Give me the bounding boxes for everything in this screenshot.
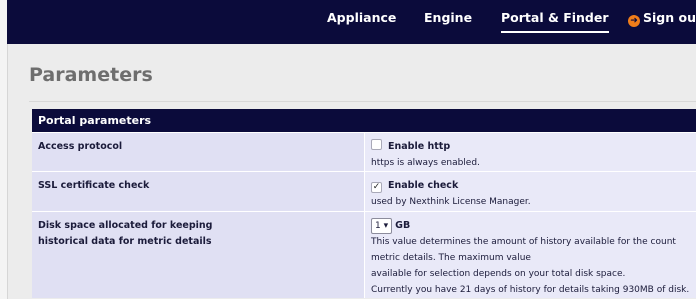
disk-space-unit: GB <box>395 220 411 231</box>
sign-out-icon: ➜ <box>628 15 640 27</box>
ssl-check-value: ✓ Enable check used by Nexthink License M… <box>364 171 696 212</box>
enable-http-label[interactable]: Enable http <box>388 141 450 152</box>
disk-space-label-line1: Disk space allocated for keeping <box>38 220 213 231</box>
title-divider <box>29 101 696 102</box>
ssl-check-label: SSL certificate check <box>32 171 365 212</box>
access-protocol-label: Access protocol <box>32 132 365 172</box>
page-title: Parameters <box>29 64 153 86</box>
enable-check-label[interactable]: Enable check <box>388 180 458 191</box>
nav-sign-out[interactable]: ➜Sign out <box>628 10 696 27</box>
sign-out-label: Sign out <box>643 10 696 25</box>
top-navigation: Appliance Engine Portal & Finder ➜ Sign o… <box>7 0 696 44</box>
disk-space-desc-line2: available for selection depends on your … <box>371 269 626 279</box>
access-protocol-value: Enable http https is always enabled. <box>364 132 696 172</box>
disk-space-label-line2: historical data for metric details <box>38 236 212 247</box>
nav-portal-finder[interactable]: Portal & Finder <box>501 10 609 33</box>
table-row: Disk space allocated for keeping histori… <box>32 211 696 298</box>
disk-space-select[interactable]: 1 ▾ <box>371 218 393 234</box>
enable-http-checkbox[interactable] <box>371 139 382 150</box>
disk-space-select-value: 1 <box>375 221 381 231</box>
disk-space-desc-line1: This value determines the amount of hist… <box>371 237 676 263</box>
nav-engine[interactable]: Engine <box>424 10 472 25</box>
chevron-down-icon: ▾ <box>383 221 389 231</box>
disk-space-desc-line3: Currently you have 21 days of history fo… <box>371 285 690 295</box>
disk-space-value: 1 ▾ GB This value determines the amount o… <box>364 211 696 298</box>
enable-check-checkbox[interactable]: ✓ <box>371 182 382 193</box>
disk-space-label: Disk space allocated for keeping histori… <box>32 211 365 298</box>
main-content: Parameters Portal parameters Access prot… <box>7 44 696 299</box>
table-row: SSL certificate check ✓ Enable check used… <box>32 171 696 212</box>
section-header-row: Portal parameters <box>32 109 696 133</box>
section-header: Portal parameters <box>32 109 696 133</box>
access-protocol-note: https is always enabled. <box>371 158 480 168</box>
portal-parameters-table: Portal parameters Access protocol Enable… <box>32 109 696 298</box>
ssl-check-note: used by Nexthink License Manager. <box>371 197 531 207</box>
table-row: Access protocol Enable http https is alw… <box>32 132 696 172</box>
nav-appliance[interactable]: Appliance <box>327 10 396 25</box>
